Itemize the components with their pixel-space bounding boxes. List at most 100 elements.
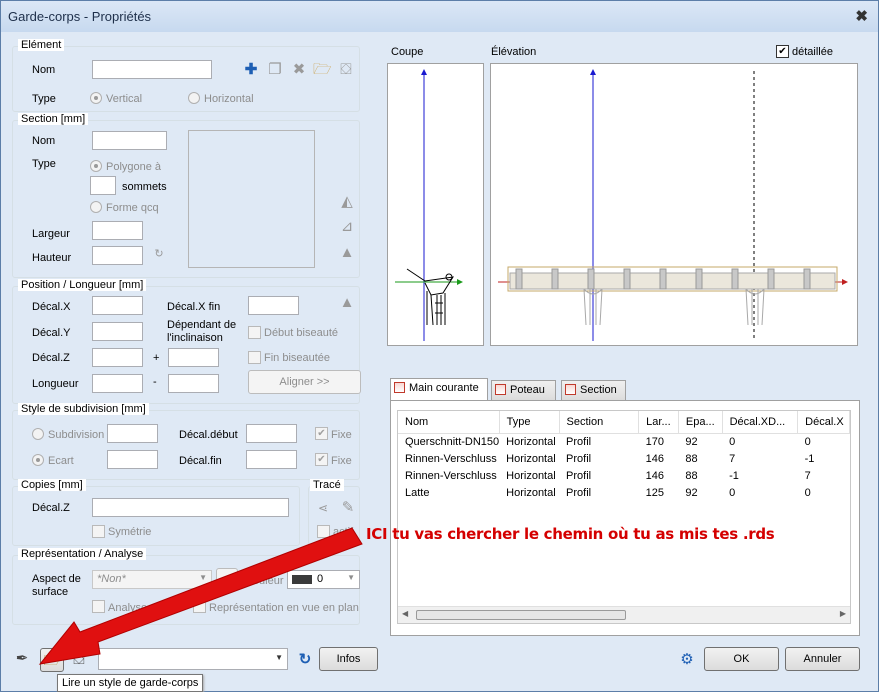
scrollbar-thumb[interactable] — [416, 610, 626, 620]
debut-biseaute-checkbox[interactable] — [248, 326, 261, 339]
refresh-icon[interactable]: ↻ — [296, 651, 314, 669]
aspect-select[interactable]: *Non* ▼ — [92, 570, 212, 589]
subdivision-label: Subdivision — [48, 429, 105, 441]
analyse-checkbox[interactable] — [92, 600, 105, 613]
analyse-label: Analyse — [108, 602, 148, 614]
representation-legend: Représentation / Analyse — [18, 548, 147, 560]
ecart-input[interactable] — [107, 450, 158, 469]
largeur-input[interactable] — [92, 221, 143, 240]
rotate-icon[interactable]: ↻ — [150, 245, 168, 263]
mirror-icon[interactable]: ◭ — [338, 193, 356, 211]
decal-z-extra-input[interactable] — [168, 348, 219, 367]
aspect-value: *Non* — [97, 573, 126, 585]
table-row[interactable]: Latte Horizontal Profil 125 92 0 0 — [398, 484, 850, 501]
column-header[interactable]: Epa... — [678, 411, 723, 434]
chevron-down-icon: ▼ — [199, 573, 207, 582]
forme-radio[interactable] — [90, 201, 102, 213]
longueur-input[interactable] — [92, 374, 143, 393]
table-row[interactable]: Rinnen-Verschluss Horizontal Profil 146 88 7 -… — [398, 450, 850, 467]
symetrie-label: Symétrie — [108, 526, 152, 538]
table-row[interactable]: Rinnen-Verschluss Horizontal Profil 146 88 -1… — [398, 467, 850, 484]
folder-open-icon[interactable]: 🗁 — [313, 61, 332, 79]
minus-sign: - — [153, 376, 157, 388]
railing-icon — [394, 382, 405, 393]
tab-main-courante[interactable]: Main courante — [390, 378, 488, 400]
type-vertical-radio[interactable] — [90, 92, 102, 104]
coupe-label: Coupe — [391, 46, 424, 58]
annuler-button[interactable]: Annuler — [785, 647, 860, 671]
forme-label: Forme qcq — [106, 202, 159, 214]
decal-debut-label: Décal.début — [179, 429, 238, 441]
close-icon[interactable]: ✖ — [855, 7, 868, 25]
delete-icon[interactable]: ✖ — [290, 61, 308, 79]
column-header[interactable]: Nom — [398, 411, 500, 434]
column-header[interactable]: Décal.X — [797, 411, 850, 434]
inclinaison-label: l'inclinaison — [167, 332, 223, 344]
chevron-down-icon: ▼ — [275, 653, 283, 662]
subdivision-radio[interactable] — [32, 428, 44, 440]
detaillee-checkbox[interactable]: ✔ — [776, 45, 789, 58]
column-header[interactable]: Lar... — [638, 411, 679, 434]
sommets-input[interactable] — [90, 176, 116, 195]
scroll-right-icon[interactable]: ▶ — [840, 609, 846, 618]
plus-icon[interactable]: ✚ — [242, 61, 260, 79]
symetrie-checkbox[interactable] — [92, 525, 105, 538]
pipette-icon[interactable]: ✒ — [13, 650, 31, 668]
tab-poteau[interactable]: Poteau — [491, 380, 556, 400]
column-header[interactable]: Type — [499, 411, 560, 434]
section-preview-box — [188, 130, 315, 268]
decal-y-input[interactable] — [92, 322, 143, 341]
save-style-icon[interactable]: ⛋ — [70, 651, 88, 669]
horizontal-scrollbar[interactable]: ◀ ▶ — [398, 606, 850, 623]
ok-button[interactable]: OK — [704, 647, 779, 671]
elevation-label: Élévation — [491, 46, 537, 58]
folder-open-icon[interactable]: 🗁 — [40, 648, 64, 672]
gear-icon[interactable]: ⚙ — [678, 651, 696, 669]
rep-plan-checkbox[interactable] — [193, 600, 206, 613]
section-nom-label: Nom — [32, 135, 56, 147]
hauteur-input[interactable] — [92, 246, 143, 265]
fixe2-checkbox[interactable]: ✔ — [315, 453, 328, 466]
fin-biseautee-checkbox[interactable] — [248, 351, 261, 364]
column-header[interactable]: Décal.XD... — [722, 411, 799, 434]
couleur-select[interactable]: 0 ▼ — [287, 570, 360, 589]
table-cell: Profil — [566, 435, 592, 448]
trace-share-icon[interactable]: ⋖ — [314, 499, 332, 517]
table-cell: 0 — [804, 435, 811, 448]
actif-checkbox[interactable] — [317, 525, 330, 538]
aligner-button[interactable]: Aligner >> — [248, 370, 361, 394]
save-icon[interactable]: ⛋ — [337, 61, 355, 79]
position-legend: Position / Longueur [mm] — [18, 279, 147, 291]
copy-icon[interactable]: ❐ — [266, 61, 284, 79]
longueur-extra-input[interactable] — [168, 374, 219, 393]
table-row[interactable]: Querschnitt-DN150 Horizontal Profil 170 92 0 0 — [398, 433, 850, 450]
polygone-label: Polygone à — [106, 161, 162, 173]
copies-decal-z-input[interactable] — [92, 498, 289, 517]
style-combo[interactable]: ▼ — [98, 648, 288, 670]
aspect-browse-button[interactable]: … — [216, 568, 238, 590]
infos-button[interactable]: Infos — [319, 647, 378, 671]
position-pick-icon[interactable]: ▲ — [338, 294, 356, 312]
table-cell: Horizontal — [506, 469, 556, 482]
section-edit-icon[interactable]: ⊿ — [338, 218, 356, 236]
decal-fin-input[interactable] — [246, 450, 297, 469]
decal-x-input[interactable] — [92, 296, 143, 315]
couleur-value: 0 — [317, 573, 324, 585]
tab-section[interactable]: Section — [561, 380, 626, 400]
polygone-radio[interactable] — [90, 160, 102, 172]
fixe1-checkbox[interactable]: ✔ — [315, 427, 328, 440]
decal-x-fin-input[interactable] — [248, 296, 299, 315]
section-pick-icon[interactable]: ▲ — [338, 244, 356, 262]
decal-z-input[interactable] — [92, 348, 143, 367]
subdivision-input[interactable] — [107, 424, 158, 443]
column-header[interactable]: Section — [559, 411, 640, 434]
trace-pick-icon[interactable]: ✎ — [339, 499, 357, 517]
section-nom-input[interactable] — [92, 131, 167, 150]
decal-debut-input[interactable] — [246, 424, 297, 443]
ecart-radio[interactable] — [32, 454, 44, 466]
scroll-left-icon[interactable]: ◀ — [402, 609, 408, 618]
table-cell: 0 — [804, 486, 811, 499]
element-nom-input[interactable] — [92, 60, 212, 79]
hauteur-label: Hauteur — [32, 252, 72, 264]
type-horizontal-radio[interactable] — [188, 92, 200, 104]
